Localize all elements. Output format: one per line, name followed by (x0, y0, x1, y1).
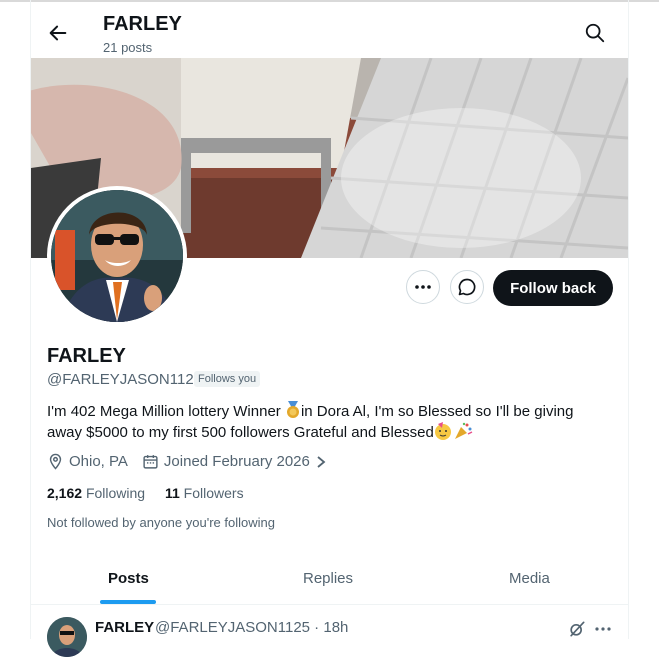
profile-bio: I'm 402 Mega Million lottery Winner in D… (47, 401, 607, 443)
grok-icon[interactable] (567, 619, 587, 639)
chevron-right-icon[interactable] (314, 455, 328, 469)
calendar-icon (143, 455, 158, 469)
following-link[interactable]: 2,162 Following (47, 485, 145, 501)
message-button[interactable] (450, 270, 484, 304)
location-pin-icon (49, 453, 62, 470)
profile-joined-date[interactable]: Joined February 2026 (164, 453, 310, 470)
message-bubble-icon (458, 278, 476, 296)
profile-handle: @FARLEYJASON1125 (47, 371, 203, 388)
profile-location: Ohio, PA (69, 453, 128, 470)
header-post-count: 21 posts (103, 40, 153, 55)
profile-avatar[interactable] (47, 186, 187, 326)
more-options-button[interactable] (406, 270, 440, 304)
tabs-divider (31, 604, 628, 605)
post-author-handle-time[interactable]: @FARLEYJASON1125 · 18h (155, 619, 348, 636)
column-right-border (628, 0, 629, 639)
medal-emoji-icon (286, 401, 299, 418)
tab-replies[interactable]: Replies (303, 570, 353, 587)
more-dots-icon (415, 285, 431, 289)
followers-label: Followers (183, 485, 244, 501)
tab-posts[interactable]: Posts (108, 570, 149, 587)
search-icon[interactable] (584, 22, 606, 44)
profile-meta-row: Ohio, PA Joined February 2026 (47, 453, 333, 470)
party-face-emoji-icon (434, 422, 451, 440)
post-more-dots-icon[interactable] (593, 619, 613, 639)
confetti-emoji-icon (454, 422, 473, 439)
tab-media[interactable]: Media (509, 570, 550, 587)
post-header-actions (567, 619, 613, 639)
bio-text-part1: I'm 402 Mega Million lottery Winner (47, 403, 285, 420)
followers-link[interactable]: 11 Followers (165, 485, 244, 501)
followers-count: 11 (164, 485, 180, 501)
follows-you-badge: Follows you (194, 371, 261, 387)
following-label: Following (85, 485, 146, 501)
profile-header-bar: FARLEY 21 posts (31, 2, 628, 58)
header-title: FARLEY (103, 13, 182, 35)
following-count: 2,162 (47, 485, 83, 501)
follow-counts: 2,162 Following 11 Followers (47, 485, 244, 501)
back-arrow-icon[interactable] (47, 22, 69, 44)
not-followed-notice: Not followed by anyone you're following (47, 515, 275, 530)
follow-back-button[interactable]: Follow back (493, 270, 613, 306)
post-author-avatar[interactable] (47, 617, 87, 657)
profile-display-name: FARLEY (47, 345, 126, 367)
post-author-name[interactable]: FARLEY (95, 619, 154, 636)
